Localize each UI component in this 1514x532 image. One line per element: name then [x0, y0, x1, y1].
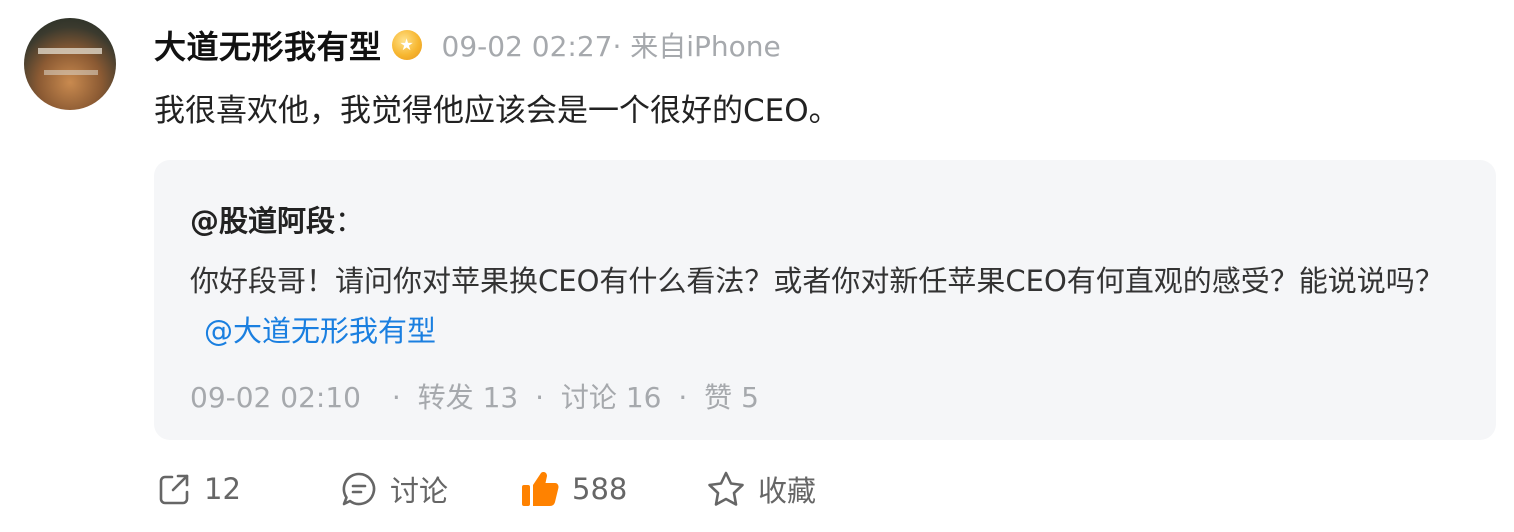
star-icon: [706, 470, 746, 508]
meta-separator: ·: [535, 381, 545, 414]
like-count: 588: [572, 472, 628, 506]
vip-badge-icon[interactable]: ★: [391, 30, 422, 60]
meta-separator: ·: [391, 381, 401, 414]
original-comment-count[interactable]: 讨论 16: [561, 381, 662, 414]
original-like-count[interactable]: 赞 5: [704, 381, 759, 414]
avatar-detail: [38, 48, 102, 54]
original-author: @股道阿段：: [190, 198, 364, 240]
original-author-name[interactable]: @股道阿段: [190, 204, 335, 238]
mention-link[interactable]: @大道无形我有型: [204, 314, 436, 348]
meta-separator: ·: [678, 381, 688, 414]
repost-button[interactable]: 12: [156, 471, 340, 507]
repost-count: 12: [204, 472, 241, 506]
like-button[interactable]: 588: [520, 470, 706, 508]
avatar[interactable]: [24, 18, 116, 110]
avatar-detail: [44, 70, 98, 75]
action-bar: 12 讨论 588 收藏: [156, 464, 816, 514]
favorite-button[interactable]: 收藏: [706, 468, 816, 510]
repost-card[interactable]: @股道阿段： 你好段哥！请问你对苹果换CEO有什么看法？或者你对新任苹果CEO有…: [154, 160, 1496, 440]
original-meta: 09-02 02:10 · 转发 13 · 讨论 16 · 赞 5: [190, 376, 759, 416]
comment-button[interactable]: 讨论: [340, 468, 520, 510]
thumbs-up-icon: [520, 470, 560, 508]
original-author-colon: ：: [335, 204, 365, 238]
original-repost-count[interactable]: 转发 13: [418, 381, 519, 414]
original-text-body: 你好段哥！请问你对苹果换CEO有什么看法？或者你对新任苹果CEO有何直观的感受？…: [190, 264, 1444, 298]
favorite-label: 收藏: [758, 474, 817, 508]
original-time: 09-02 02:10: [190, 381, 361, 414]
comment-icon: [340, 470, 378, 508]
author-name[interactable]: 大道无形我有型: [154, 22, 382, 68]
comment-label: 讨论: [390, 474, 449, 508]
post-header: 大道无形我有型 ★ 09-02 02:27· 来自iPhone: [154, 22, 781, 68]
original-text: 你好段哥！请问你对苹果换CEO有什么看法？或者你对新任苹果CEO有何直观的感受？…: [190, 256, 1470, 356]
repost-icon: [156, 471, 192, 507]
post-meta: 09-02 02:27· 来自iPhone: [441, 30, 781, 63]
post-text: 我很喜欢他，我觉得他应该会是一个很好的CEO。: [154, 93, 840, 129]
